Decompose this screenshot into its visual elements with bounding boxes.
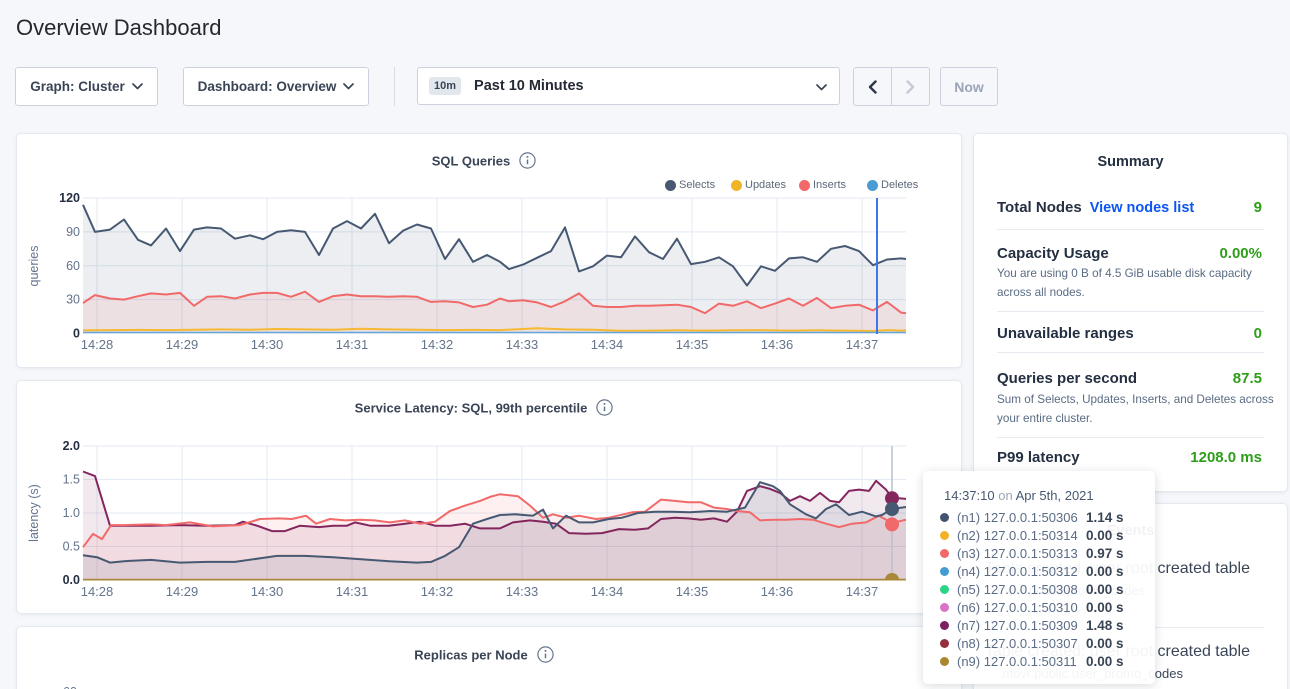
- svg-text:0.5: 0.5: [63, 540, 80, 554]
- svg-text:14:28: 14:28: [81, 337, 114, 352]
- svg-text:14:31: 14:31: [336, 584, 369, 599]
- svg-text:1.0: 1.0: [63, 506, 80, 520]
- svg-text:0.0: 0.0: [63, 573, 80, 587]
- svg-text:14:36: 14:36: [761, 584, 794, 599]
- svg-text:queries: queries: [27, 246, 41, 287]
- svg-text:14:29: 14:29: [166, 337, 199, 352]
- svg-text:14:36: 14:36: [761, 337, 794, 352]
- svg-text:14:31: 14:31: [336, 337, 369, 352]
- svg-text:14:28: 14:28: [81, 584, 114, 599]
- svg-text:14:37: 14:37: [846, 337, 879, 352]
- svg-text:14:35: 14:35: [676, 337, 709, 352]
- svg-text:14:37: 14:37: [846, 584, 879, 599]
- svg-text:14:29: 14:29: [166, 584, 199, 599]
- svg-text:14:33: 14:33: [506, 337, 539, 352]
- svg-text:120: 120: [59, 191, 80, 205]
- svg-text:60: 60: [66, 259, 80, 273]
- svg-text:14:30: 14:30: [251, 337, 284, 352]
- svg-text:14:35: 14:35: [676, 584, 709, 599]
- svg-text:0: 0: [73, 327, 80, 341]
- svg-text:14:33: 14:33: [506, 584, 539, 599]
- svg-text:90: 90: [66, 225, 80, 239]
- svg-text:14:30: 14:30: [251, 584, 284, 599]
- svg-text:14:32: 14:32: [421, 337, 454, 352]
- svg-text:14:34: 14:34: [591, 584, 624, 599]
- svg-text:2.0: 2.0: [63, 439, 80, 453]
- svg-text:1.5: 1.5: [63, 473, 80, 487]
- svg-text:14:32: 14:32: [421, 584, 454, 599]
- svg-text:14:34: 14:34: [591, 337, 624, 352]
- svg-text:30: 30: [66, 293, 80, 307]
- svg-text:latency (s): latency (s): [27, 484, 41, 542]
